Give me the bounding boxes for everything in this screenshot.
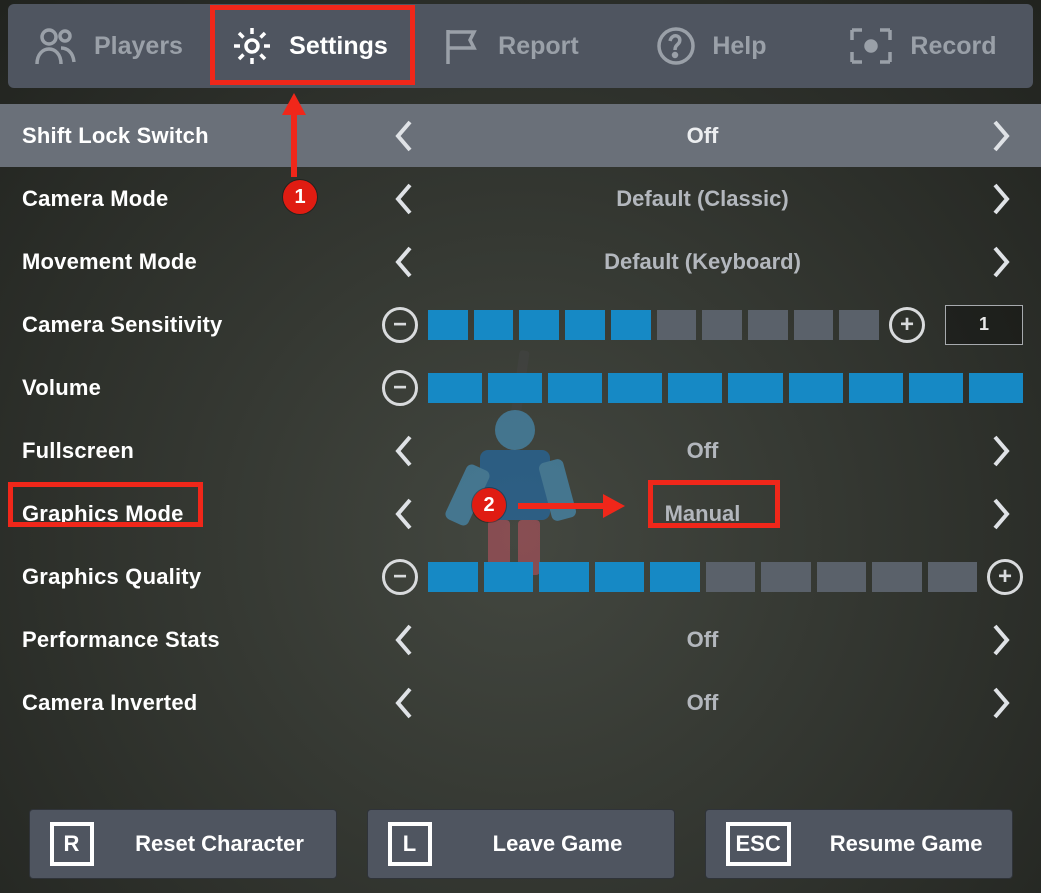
prev-arrow[interactable] [382, 492, 426, 536]
keycap: ESC [726, 822, 791, 866]
setting-label: Camera Inverted [22, 690, 382, 716]
plus-button[interactable]: + [889, 307, 925, 343]
next-arrow[interactable] [979, 429, 1023, 473]
prev-arrow[interactable] [382, 681, 426, 725]
row-graphics-mode: Graphics Mode Manual [0, 482, 1041, 545]
setting-label: Performance Stats [22, 627, 382, 653]
tab-label: Players [94, 32, 183, 61]
minus-button[interactable]: − [382, 370, 418, 406]
button-label: Leave Game [462, 831, 654, 857]
next-arrow[interactable] [979, 681, 1023, 725]
prev-arrow[interactable] [382, 240, 426, 284]
row-fullscreen: Fullscreen Off [0, 419, 1041, 482]
row-camera-mode: Camera Mode Default (Classic) [0, 167, 1041, 230]
slider-track[interactable] [428, 562, 977, 592]
tab-label: Record [910, 32, 996, 61]
tab-report[interactable]: Report [410, 4, 611, 88]
settings-list: Shift Lock Switch Off Camera Mode Defaul… [0, 104, 1041, 734]
setting-label: Volume [22, 375, 382, 401]
tab-players[interactable]: Players [8, 4, 209, 88]
setting-label: Shift Lock Switch [22, 123, 382, 149]
prev-arrow[interactable] [382, 429, 426, 473]
tab-settings[interactable]: Settings [209, 4, 410, 88]
next-arrow[interactable] [979, 240, 1023, 284]
prev-arrow[interactable] [382, 114, 426, 158]
next-arrow[interactable] [979, 114, 1023, 158]
leave-game-button[interactable]: L Leave Game [367, 809, 675, 879]
row-camera-sensitivity: Camera Sensitivity − + 1 [0, 293, 1041, 356]
tab-label: Report [498, 32, 579, 61]
tab-label: Settings [289, 32, 388, 61]
minus-button[interactable]: − [382, 559, 418, 595]
flag-icon [442, 26, 482, 66]
sensitivity-value-input[interactable]: 1 [945, 305, 1023, 345]
row-camera-inverted: Camera Inverted Off [0, 671, 1041, 734]
minus-button[interactable]: − [382, 307, 418, 343]
setting-label: Movement Mode [22, 249, 382, 275]
setting-label: Graphics Quality [22, 564, 382, 590]
row-performance-stats: Performance Stats Off [0, 608, 1041, 671]
next-arrow[interactable] [979, 177, 1023, 221]
slider-track[interactable] [428, 373, 1023, 403]
prev-arrow[interactable] [382, 618, 426, 662]
gear-icon [231, 25, 273, 67]
resume-game-button[interactable]: ESC Resume Game [705, 809, 1013, 879]
tab-help[interactable]: Help [611, 4, 812, 88]
setting-value: Off [426, 627, 979, 653]
prev-arrow[interactable] [382, 177, 426, 221]
row-graphics-quality: Graphics Quality − + [0, 545, 1041, 608]
setting-value: Off [426, 438, 979, 464]
record-icon [848, 26, 894, 66]
setting-value: Off [426, 690, 979, 716]
plus-button[interactable]: + [987, 559, 1023, 595]
next-arrow[interactable] [979, 492, 1023, 536]
row-movement-mode: Movement Mode Default (Keyboard) [0, 230, 1041, 293]
slider-track[interactable] [428, 310, 879, 340]
keycap: L [388, 822, 432, 866]
help-icon [656, 26, 696, 66]
setting-label: Camera Mode [22, 186, 382, 212]
footer-buttons: R Reset Character L Leave Game ESC Resum… [0, 809, 1041, 879]
button-label: Resume Game [821, 831, 992, 857]
setting-label: Graphics Mode [22, 501, 382, 527]
setting-value: Default (Keyboard) [426, 249, 979, 275]
setting-label: Fullscreen [22, 438, 382, 464]
players-icon [34, 26, 78, 66]
reset-character-button[interactable]: R Reset Character [29, 809, 337, 879]
row-shift-lock: Shift Lock Switch Off [0, 104, 1041, 167]
setting-value: Default (Classic) [426, 186, 979, 212]
next-arrow[interactable] [979, 618, 1023, 662]
keycap: R [50, 822, 94, 866]
setting-label: Camera Sensitivity [22, 312, 382, 338]
tab-label: Help [712, 32, 766, 61]
row-volume: Volume − [0, 356, 1041, 419]
button-label: Reset Character [124, 831, 316, 857]
tab-record[interactable]: Record [812, 4, 1033, 88]
tab-bar: Players Settings Report Help [8, 4, 1033, 88]
setting-value: Off [426, 123, 979, 149]
setting-value: Manual [426, 501, 979, 527]
